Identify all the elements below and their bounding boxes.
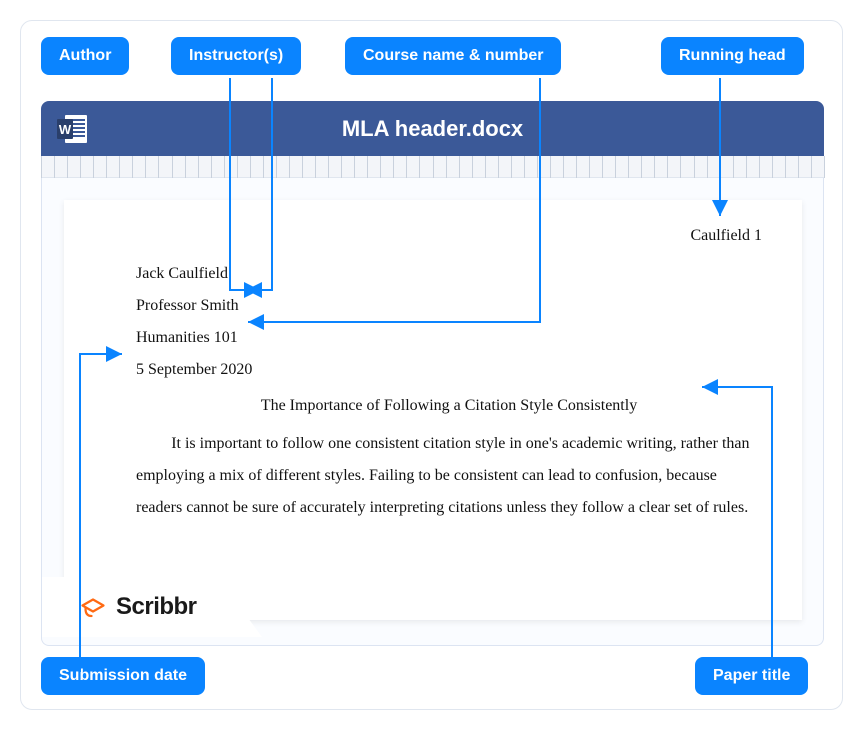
svg-text:W: W (59, 122, 72, 137)
diagram-frame: Author Instructor(s) Course name & numbe… (20, 20, 843, 710)
document-titlebar: W MLA header.docx (41, 101, 824, 156)
label-instructor: Instructor(s) (171, 37, 301, 75)
document-filename: MLA header.docx (342, 116, 523, 142)
running-head: Caulfield 1 (136, 220, 762, 252)
ruler (41, 156, 824, 178)
document-page: Caulfield 1 Jack Caulfield Professor Smi… (64, 200, 802, 620)
scribbr-logo-text: Scribbr (116, 593, 197, 621)
label-paper-title: Paper title (695, 657, 808, 695)
word-file-icon: W (55, 111, 91, 147)
scribbr-logo-icon (78, 592, 108, 622)
label-author: Author (41, 37, 129, 75)
header-author: Jack Caulfield (136, 258, 762, 290)
paper-body: It is important to follow one consistent… (136, 428, 762, 524)
document-canvas: Caulfield 1 Jack Caulfield Professor Smi… (41, 178, 824, 646)
header-date: 5 September 2020 (136, 354, 762, 386)
label-running-head: Running head (661, 37, 804, 75)
header-instructor: Professor Smith (136, 290, 762, 322)
paper-title: The Importance of Following a Citation S… (136, 390, 762, 422)
label-course: Course name & number (345, 37, 561, 75)
header-course: Humanities 101 (136, 322, 762, 354)
label-submission-date: Submission date (41, 657, 205, 695)
